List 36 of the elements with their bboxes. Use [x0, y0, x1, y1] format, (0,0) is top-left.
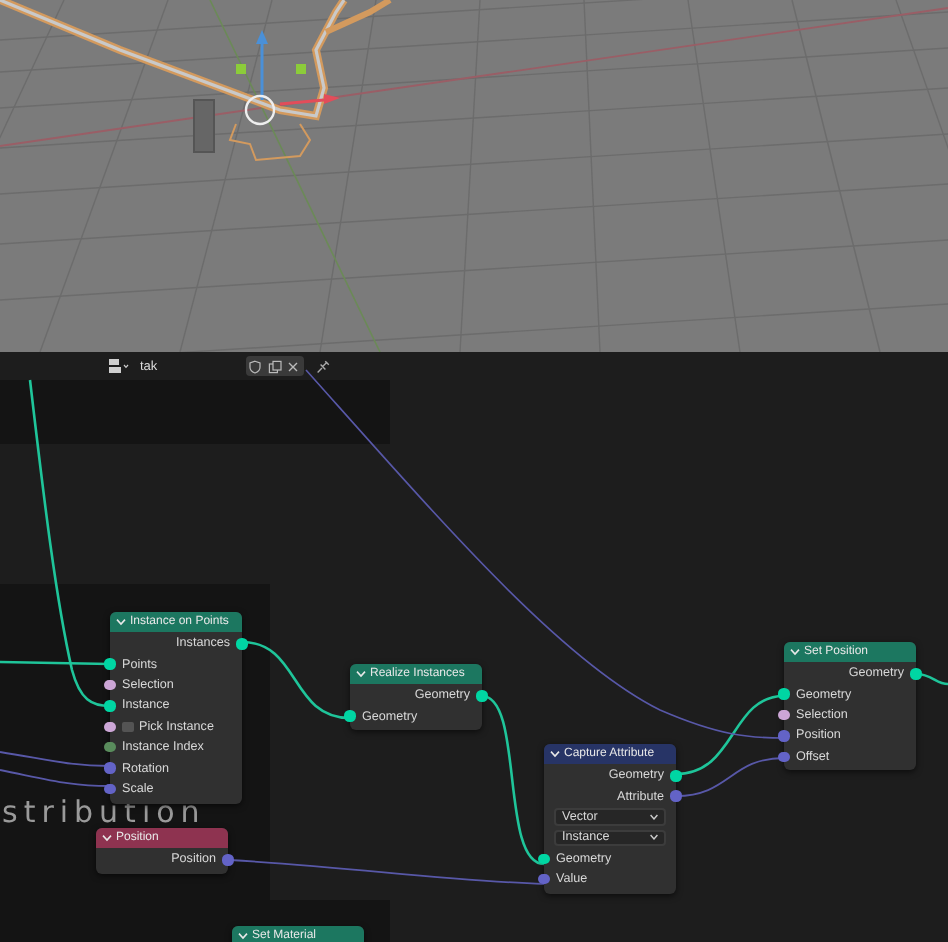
- close-icon: [286, 359, 301, 373]
- duplicate-button[interactable]: [265, 356, 284, 376]
- node-socket[interactable]: [222, 854, 234, 865]
- node-socket[interactable]: [778, 730, 790, 742]
- node-socket[interactable]: [910, 668, 922, 679]
- node-socket[interactable]: [344, 710, 356, 722]
- shield-icon: [248, 359, 263, 373]
- chevron-icon[interactable]: [238, 931, 248, 940]
- node-socket[interactable]: [104, 700, 116, 712]
- node-socket[interactable]: [476, 690, 488, 701]
- node-socket[interactable]: [670, 770, 682, 781]
- chevron-icon: [650, 813, 658, 820]
- chevron-icon[interactable]: [356, 669, 366, 678]
- node-socket[interactable]: [670, 790, 682, 802]
- node-socket[interactable]: [104, 762, 116, 774]
- node-socket[interactable]: [104, 741, 116, 753]
- node-socket[interactable]: [104, 721, 116, 733]
- chevron-icon[interactable]: [102, 833, 112, 842]
- chevron-icon[interactable]: [550, 749, 560, 758]
- node-socket[interactable]: [104, 658, 116, 670]
- chevron-icon[interactable]: [790, 647, 800, 656]
- chevron-icon: [650, 834, 658, 841]
- node-socket[interactable]: [778, 709, 790, 721]
- node-socket[interactable]: [778, 688, 790, 700]
- node-socket[interactable]: [104, 783, 116, 795]
- node-socket[interactable]: [538, 853, 550, 865]
- node-socket[interactable]: [236, 638, 248, 649]
- editor-type-icon[interactable]: [108, 358, 130, 374]
- node-socket[interactable]: [778, 751, 790, 763]
- fake-user-button[interactable]: [246, 356, 265, 376]
- node-socket[interactable]: [538, 873, 550, 885]
- checkbox[interactable]: [122, 721, 133, 732]
- annotation-text: stribution: [2, 798, 206, 826]
- pin-icon[interactable]: [315, 359, 329, 373]
- chevron-icon[interactable]: [116, 617, 126, 626]
- node-socket[interactable]: [104, 679, 116, 691]
